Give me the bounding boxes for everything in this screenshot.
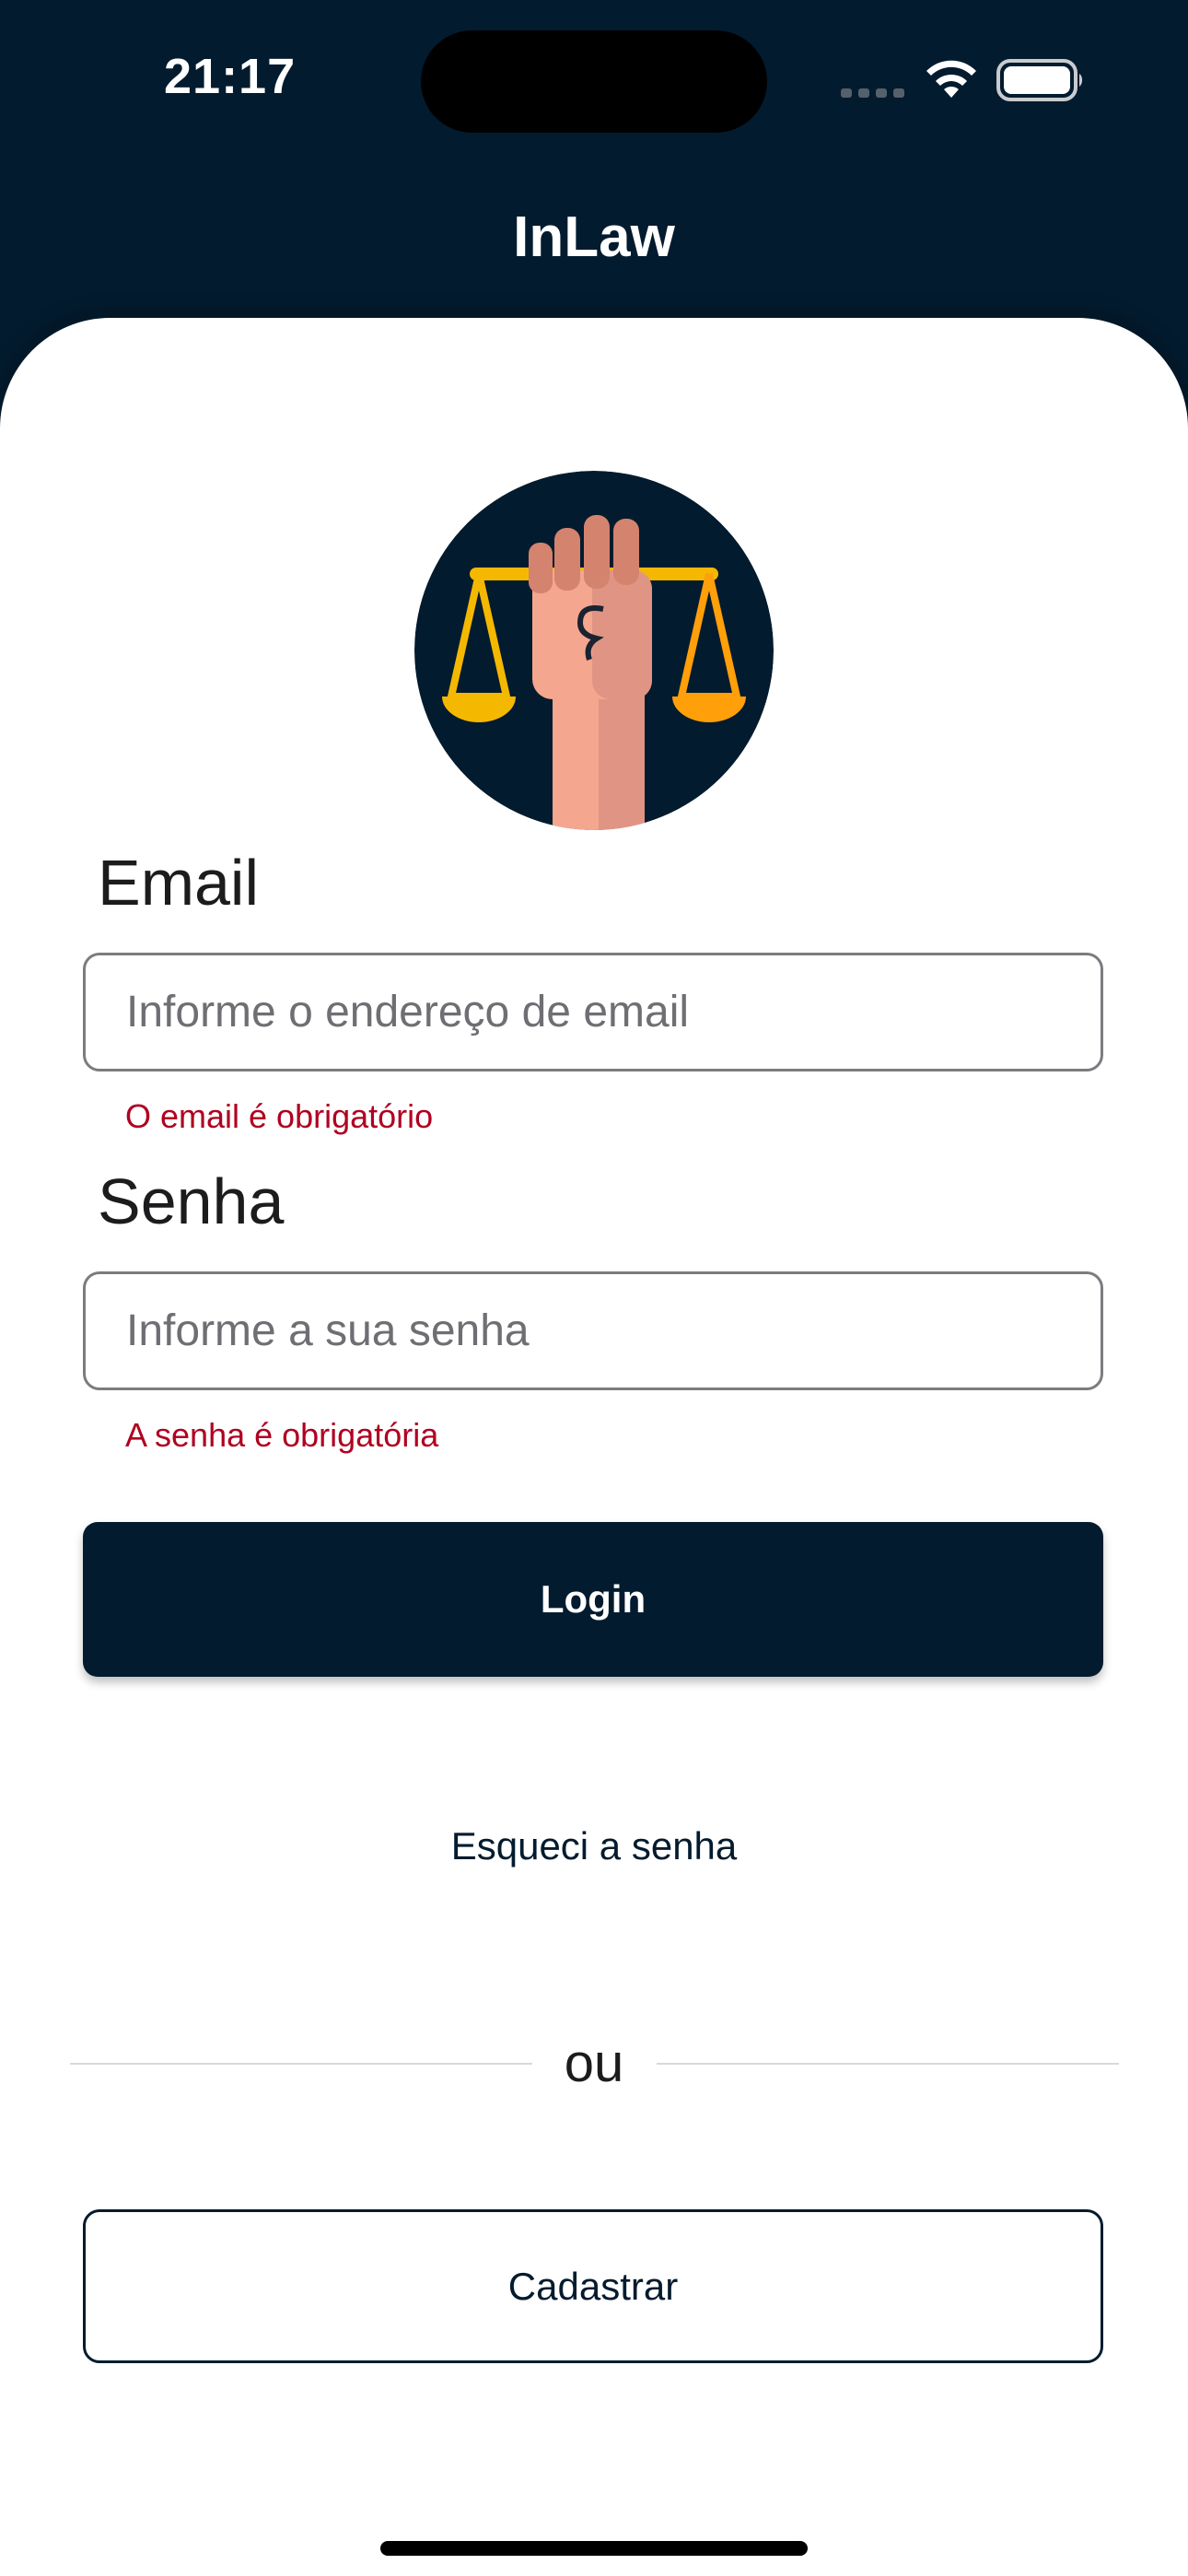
battery-icon [996, 59, 1083, 101]
status-bar: 21:17 [0, 0, 1188, 157]
justice-fist-logo [414, 471, 774, 830]
register-button-label: Cadastrar [507, 2264, 679, 2308]
home-indicator [380, 2541, 808, 2556]
status-time: 21:17 [164, 49, 297, 104]
email-label: Email [98, 847, 260, 919]
register-button[interactable]: Cadastrar [83, 2209, 1103, 2363]
email-input[interactable] [86, 955, 1101, 1069]
nav-title: InLaw [513, 205, 675, 269]
wifi-icon [926, 60, 976, 98]
password-input[interactable] [86, 1274, 1101, 1388]
password-field-container[interactable] [83, 1271, 1103, 1390]
password-label: Senha [98, 1165, 285, 1237]
password-error: A senha é obrigatória [125, 1416, 439, 1454]
forgot-password-link[interactable]: Esqueci a senha [0, 1824, 1188, 1868]
email-error: O email é obrigatório [125, 1097, 434, 1135]
dynamic-island [421, 30, 767, 133]
login-button[interactable]: Login [83, 1522, 1103, 1677]
divider-right [657, 2063, 1119, 2065]
cellular-signal-icon [841, 88, 904, 98]
email-field-container[interactable] [83, 953, 1103, 1071]
app-logo [414, 471, 774, 830]
login-button-label: Login [540, 1577, 646, 1621]
